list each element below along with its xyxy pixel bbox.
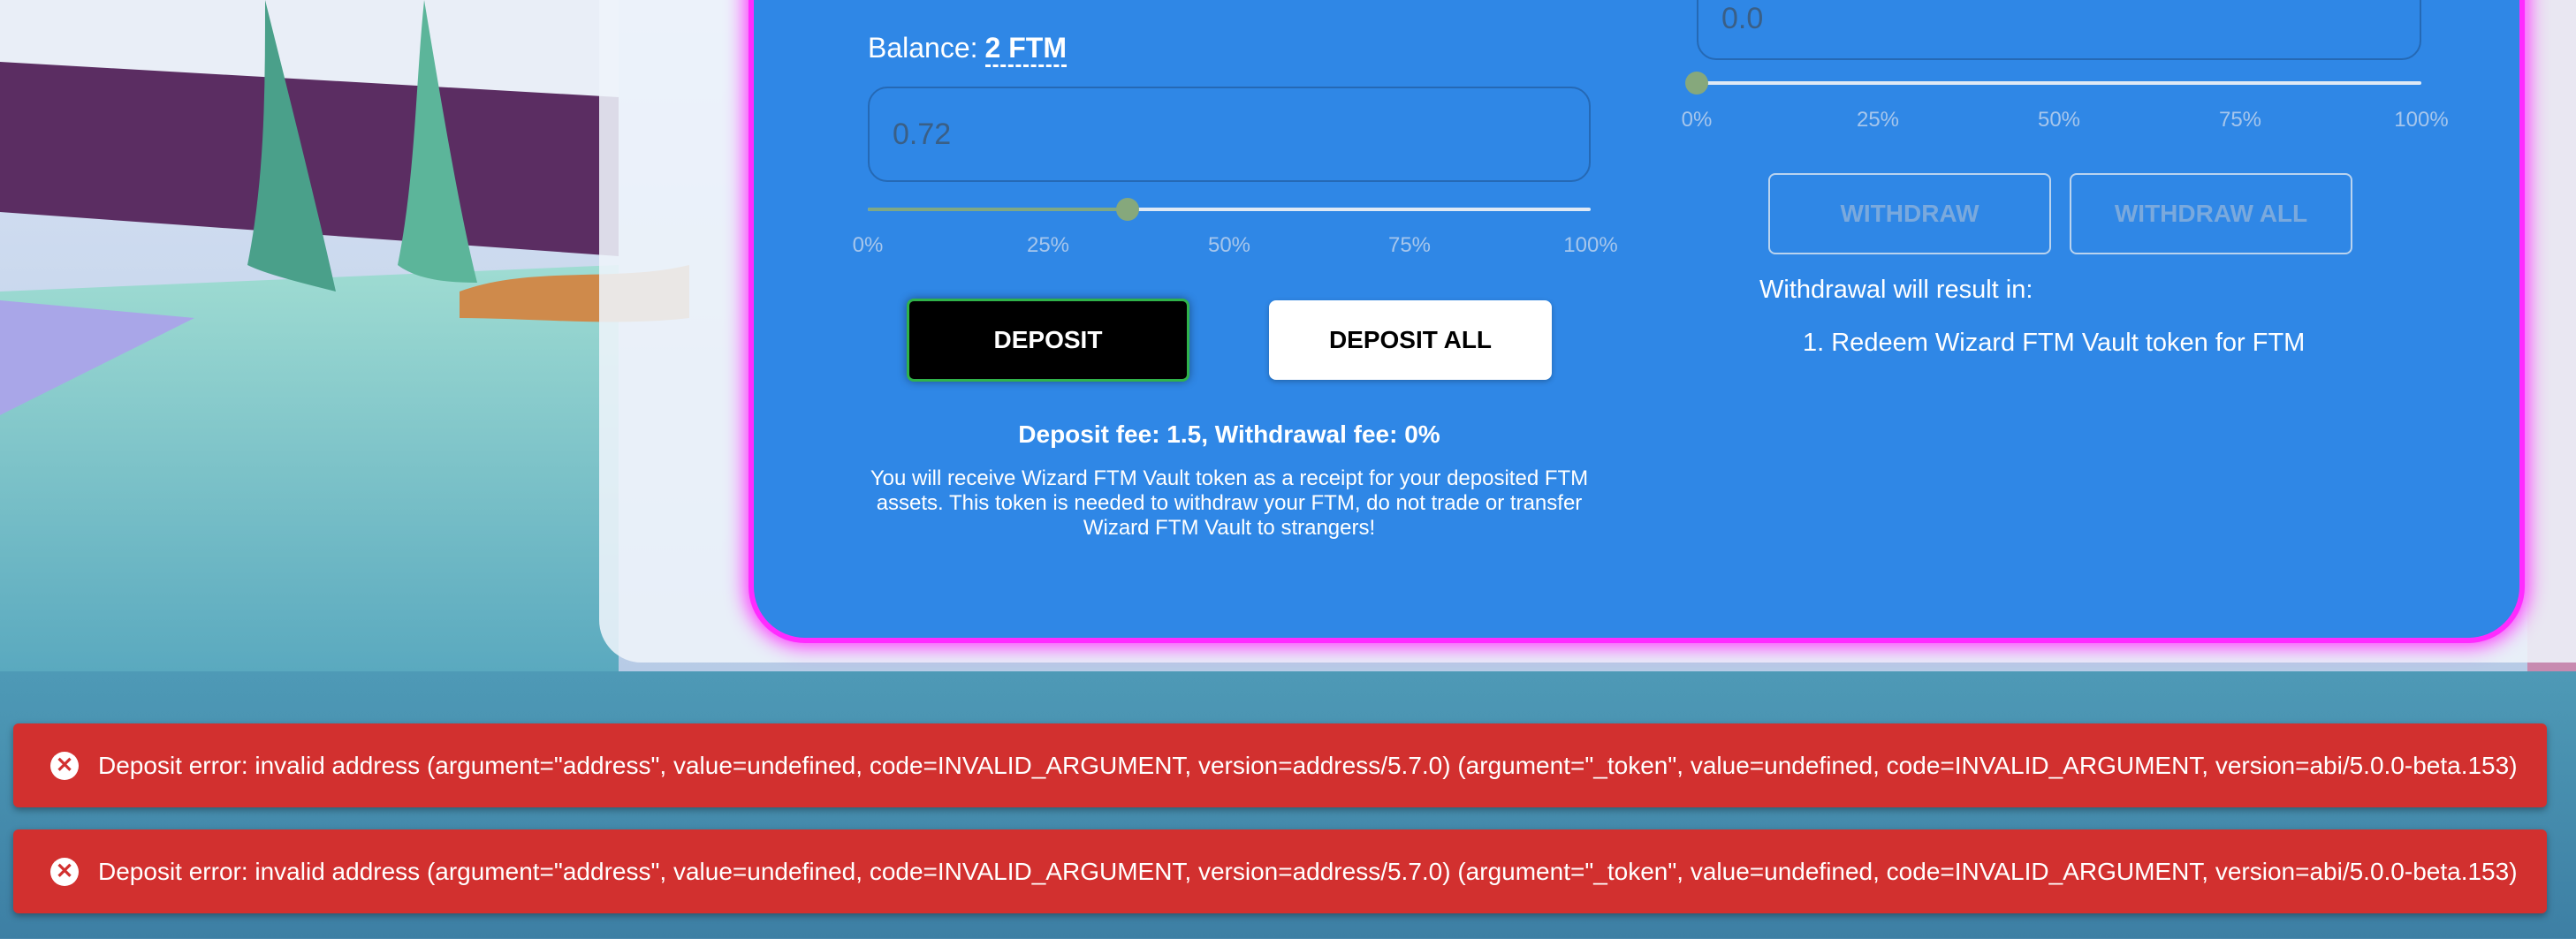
- tick-label: 75%: [1387, 233, 1432, 257]
- tick-label: 25%: [1026, 233, 1070, 257]
- close-circle-icon[interactable]: ✕: [50, 857, 79, 886]
- tick-label: 25%: [1856, 108, 1900, 132]
- close-circle-icon[interactable]: ✕: [50, 751, 79, 780]
- fee-info: Deposit fee: 1.5, Withdrawal fee: 0%: [1018, 420, 1440, 448]
- deposit-slider[interactable]: [868, 198, 1591, 221]
- withdraw-slider-thumb[interactable]: [1685, 72, 1708, 95]
- toast-message: Deposit error: invalid address (argument…: [98, 751, 2518, 779]
- withdrawal-result-item: 1. Redeem Wizard FTM Vault token for FTM: [1803, 329, 2306, 357]
- tick-label: 75%: [2218, 108, 2262, 132]
- withdraw-button[interactable]: WITHDRAW: [1768, 173, 2051, 254]
- deposit-slider-ticks: 0% 25% 50% 75% 100%: [853, 233, 1618, 260]
- tick-label: 100%: [1563, 233, 1618, 257]
- deposit-all-button[interactable]: DEPOSIT ALL: [1269, 300, 1552, 380]
- deposit-button[interactable]: DEPOSIT: [907, 299, 1189, 382]
- deposit-slider-fill: [868, 208, 1128, 211]
- deposit-receipt-note: You will receive Wizard FTM Vault token …: [870, 466, 1589, 540]
- deposit-amount-input[interactable]: 0.72: [868, 87, 1591, 182]
- withdraw-slider[interactable]: [1685, 72, 2421, 95]
- error-toast[interactable]: ✕ Deposit error: invalid address (argume…: [13, 723, 2547, 807]
- withdraw-slider-ticks: 0% 25% 50% 75% 100%: [1682, 108, 2449, 134]
- tick-label: 50%: [1207, 233, 1251, 257]
- balance-label: Balance:: [868, 32, 978, 64]
- tick-label: 0%: [1681, 108, 1713, 132]
- tick-label: 100%: [2394, 108, 2449, 132]
- tick-label: 0%: [852, 233, 884, 257]
- toast-message: Deposit error: invalid address (argument…: [98, 857, 2518, 885]
- withdrawal-result-title: Withdrawal will result in:: [1759, 276, 2033, 304]
- withdraw-amount-input[interactable]: 0.0: [1697, 0, 2421, 60]
- error-toast[interactable]: ✕ Deposit error: invalid address (argume…: [13, 829, 2547, 913]
- balance-display: Balance: 2 FTM: [868, 32, 1067, 67]
- tick-label: 50%: [2037, 108, 2081, 132]
- balance-value[interactable]: 2 FTM: [984, 32, 1067, 67]
- withdraw-all-button[interactable]: WITHDRAW ALL: [2070, 173, 2352, 254]
